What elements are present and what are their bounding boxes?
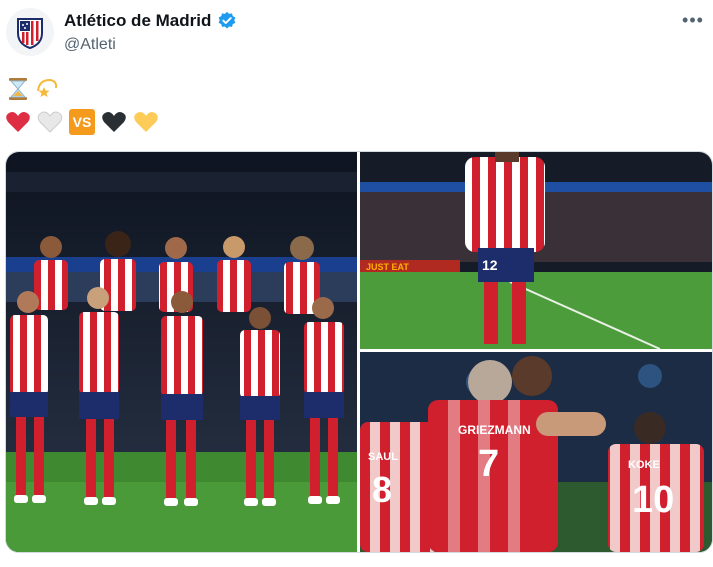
atletico-crest-icon (17, 18, 43, 49)
yellow-heart-icon (134, 112, 158, 132)
author-name-row[interactable]: Atlético de Madrid (64, 11, 237, 31)
player-number: 12 (482, 257, 498, 273)
player-number-center: 7 (478, 443, 499, 485)
tweet-text-line-1 (7, 77, 59, 101)
ad-board-text: JUST EAT (366, 262, 409, 272)
team-photo[interactable] (6, 152, 357, 552)
hourglass-icon (9, 78, 27, 100)
author-handle[interactable]: @Atleti (64, 36, 116, 54)
more-options-icon[interactable]: ••• (681, 10, 705, 30)
player-number-left: 8 (372, 469, 392, 510)
avatar[interactable] (6, 8, 54, 56)
dizzy-star-icon (37, 78, 58, 97)
author-name[interactable]: Atlético de Madrid (64, 11, 211, 31)
red-heart-icon (6, 112, 30, 132)
verified-badge-icon (219, 11, 236, 29)
white-heart-icon (37, 111, 63, 133)
player-name-griezmann: GRIEZMANN (458, 423, 531, 437)
player-name-saul: SAUL (368, 451, 398, 463)
celebration-photo[interactable]: SAUL 8 GRIEZMANN 7 KOKE 10 (360, 352, 712, 552)
media-grid: JUST EAT 12 SAUL 8 GRIEZMANN 7 KOKE 10 (5, 151, 713, 553)
black-heart-icon (102, 112, 126, 132)
player-number-right: 10 (632, 479, 674, 521)
player-name-koke: KOKE (628, 459, 660, 471)
player-photo[interactable]: JUST EAT 12 (360, 152, 712, 349)
tweet-text-line-2: VS (5, 109, 159, 135)
vs-emoji: VS (69, 109, 95, 135)
